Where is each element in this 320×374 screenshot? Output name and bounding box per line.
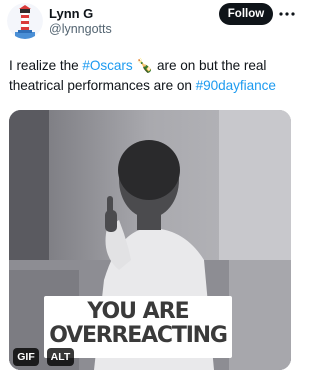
hashtag-oscars[interactable]: #Oscars: [82, 58, 132, 73]
more-options-icon[interactable]: [278, 7, 296, 21]
author-name[interactable]: Lynn G: [49, 6, 93, 21]
gif-badge: GIF: [13, 348, 39, 366]
hashtag-90dayfiance[interactable]: #90dayfiance: [196, 78, 276, 93]
tweet-card: Lynn G @lynngotts Follow I realize the #…: [0, 0, 300, 374]
tweet-text: I realize the #Oscars 🍾 are on but the r…: [9, 56, 295, 96]
caption-line-1: YOU ARE: [87, 299, 189, 324]
follow-button[interactable]: Follow: [219, 3, 273, 25]
alt-text-button[interactable]: ALT: [47, 348, 74, 366]
author-avatar[interactable]: [7, 3, 43, 39]
caption-line-2: OVERREACTING: [49, 323, 228, 348]
tweet-text-segment: I realize the: [9, 58, 83, 73]
bottle-emoji: 🍾: [136, 58, 154, 73]
author-handle[interactable]: @lynngotts: [49, 22, 112, 36]
